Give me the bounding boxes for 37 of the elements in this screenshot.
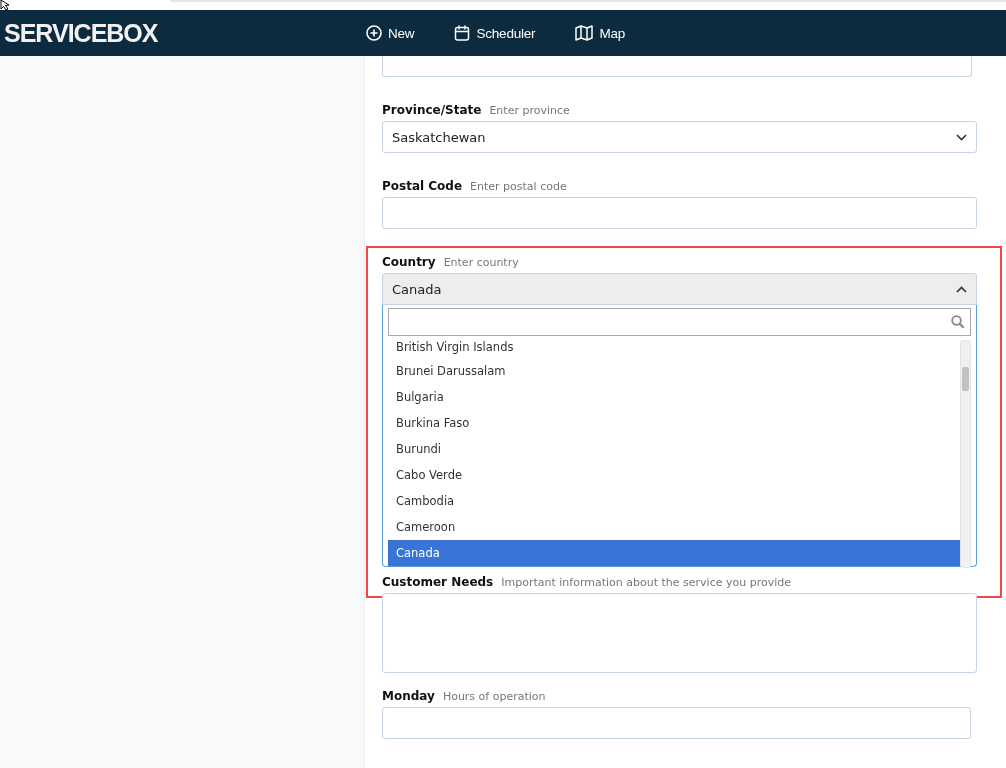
dropdown-option[interactable]: Bulgaria bbox=[388, 384, 960, 410]
chevron-down-icon bbox=[956, 133, 967, 141]
dropdown-option[interactable]: British Virgin Islands bbox=[388, 340, 960, 358]
select-field[interactable]: Canada bbox=[382, 273, 977, 305]
field-label: Province/State bbox=[382, 103, 482, 117]
text-input[interactable] bbox=[382, 56, 972, 77]
plus-circle-icon bbox=[366, 25, 382, 41]
dropdown-option[interactable]: Cameroon bbox=[388, 514, 960, 540]
select-field[interactable]: Saskatchewan bbox=[382, 121, 977, 153]
app-logo: SERVICEBOX bbox=[4, 18, 158, 48]
field-label: Country bbox=[382, 255, 436, 269]
search-field[interactable] bbox=[388, 308, 971, 336]
text-input[interactable] bbox=[382, 707, 971, 739]
dropdown-option[interactable]: Brunei Darussalam bbox=[388, 358, 960, 384]
scrollbar[interactable] bbox=[960, 340, 971, 568]
field-hint: Hours of operation bbox=[442, 690, 546, 703]
dropdown-option[interactable]: Cabo Verde bbox=[388, 462, 960, 488]
calendar-icon bbox=[454, 25, 471, 41]
nav-link[interactable]: Map bbox=[575, 25, 626, 41]
map-icon bbox=[575, 25, 594, 41]
field-label: Monday bbox=[382, 689, 435, 703]
text-area[interactable] bbox=[382, 593, 977, 673]
nav-link[interactable]: New bbox=[366, 25, 415, 41]
dropdown-option[interactable]: Burkina Faso bbox=[388, 410, 960, 436]
dropdown-option[interactable]: Cambodia bbox=[388, 488, 960, 514]
nav-link[interactable]: Scheduler bbox=[454, 25, 536, 41]
field-label: Customer Needs bbox=[382, 575, 494, 589]
field-label: Postal Code bbox=[382, 179, 463, 193]
dropdown-option[interactable]: Burundi bbox=[388, 436, 960, 462]
chevron-up-icon bbox=[956, 285, 967, 293]
field-hint: Enter country bbox=[443, 256, 519, 269]
field-hint: Enter postal code bbox=[470, 180, 567, 193]
field-hint: Enter province bbox=[489, 104, 570, 117]
search-icon bbox=[951, 315, 965, 329]
dropdown-option[interactable]: Canada bbox=[388, 540, 960, 566]
text-input[interactable] bbox=[382, 197, 977, 229]
field-hint: Important information about the service you provide bbox=[501, 576, 791, 589]
